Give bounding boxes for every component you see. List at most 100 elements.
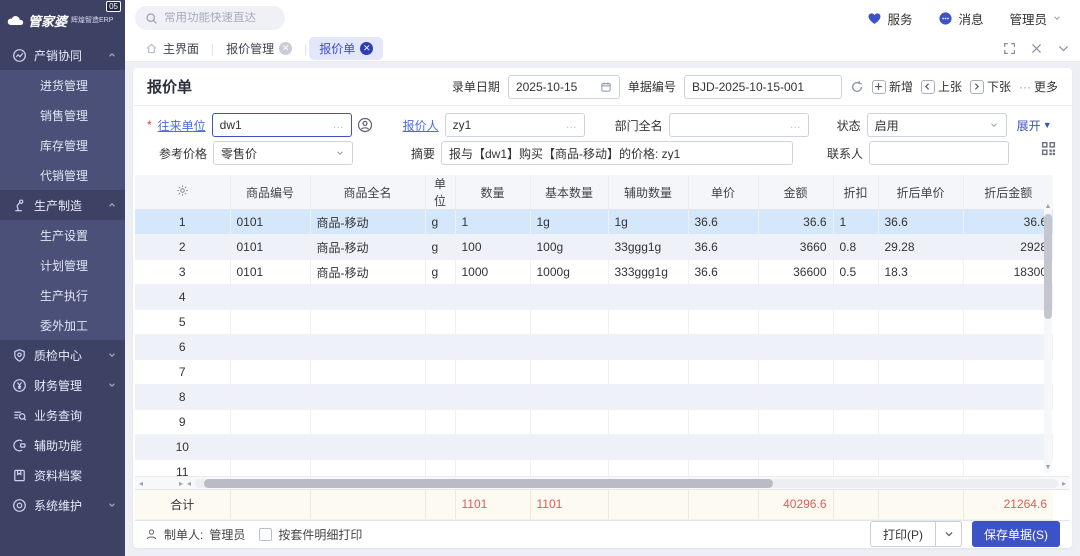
cell-price[interactable] xyxy=(688,410,758,435)
sidebar-item-system-maintenance[interactable]: 系统维护 xyxy=(0,490,125,520)
cell-discount[interactable]: 1 xyxy=(833,210,878,235)
sidebar-item-sales-mgmt[interactable]: 销售管理 xyxy=(0,100,125,130)
vertical-scrollbar[interactable]: ▲ ▼ xyxy=(1044,202,1052,473)
user-menu[interactable]: 管理员 xyxy=(1009,9,1062,28)
cell-base_qty[interactable]: 1g xyxy=(530,210,608,235)
sidebar-item-purchase-mgmt[interactable]: 进货管理 xyxy=(0,70,125,100)
cell-price[interactable] xyxy=(688,360,758,385)
kit-detail-checkbox[interactable] xyxy=(259,528,272,541)
close-icon[interactable]: ✕ xyxy=(360,42,373,55)
cell-discount[interactable]: 0.8 xyxy=(833,235,878,260)
service-menu[interactable]: 服务 xyxy=(867,9,912,28)
cell-amount[interactable] xyxy=(758,385,833,410)
table-row[interactable]: 4 xyxy=(135,285,1053,310)
table-row[interactable]: 9 xyxy=(135,410,1053,435)
cell-disc_amount[interactable] xyxy=(963,335,1053,360)
cell-base_qty[interactable]: 1000g xyxy=(530,260,608,285)
table-row[interactable]: 10 xyxy=(135,435,1053,460)
cell-discount[interactable] xyxy=(833,310,878,335)
cell-amount[interactable]: 3660 xyxy=(758,235,833,260)
cell-amount[interactable] xyxy=(758,410,833,435)
cell-amount[interactable] xyxy=(758,335,833,360)
cell-base_qty[interactable] xyxy=(530,385,608,410)
cell-aux_qty[interactable] xyxy=(608,360,688,385)
next-doc-button[interactable]: 下张 xyxy=(970,78,1011,95)
doc-no-input[interactable] xyxy=(692,80,834,94)
cell-disc_price[interactable]: 36.6 xyxy=(878,210,963,235)
cell-name[interactable] xyxy=(310,360,425,385)
cell-price[interactable] xyxy=(688,285,758,310)
cell-unit[interactable] xyxy=(425,460,455,477)
cell-unit[interactable] xyxy=(425,360,455,385)
cell-disc_price[interactable] xyxy=(878,310,963,335)
more-button[interactable]: ··· 更多 xyxy=(1019,78,1058,95)
cell-qty[interactable] xyxy=(455,360,530,385)
contact-input[interactable] xyxy=(877,146,1001,160)
cell-qty[interactable]: 1000 xyxy=(455,260,530,285)
cell-price[interactable] xyxy=(688,385,758,410)
cell-price[interactable]: 36.6 xyxy=(688,210,758,235)
cell-discount[interactable] xyxy=(833,435,878,460)
table-row[interactable]: 6 xyxy=(135,335,1053,360)
quoter-field[interactable]: … xyxy=(445,113,585,137)
cell-disc_amount[interactable] xyxy=(963,460,1053,477)
cell-disc_amount[interactable] xyxy=(963,285,1053,310)
ref-price-value[interactable] xyxy=(221,146,331,160)
cell-aux_qty[interactable] xyxy=(608,460,688,477)
print-dropdown-button[interactable] xyxy=(936,521,962,547)
cell-disc_amount[interactable]: 36.6 xyxy=(963,210,1053,235)
row-number[interactable]: 8 xyxy=(135,385,230,410)
cell-amount[interactable] xyxy=(758,310,833,335)
messages-menu[interactable]: 消息 xyxy=(938,9,983,28)
row-number[interactable]: 7 xyxy=(135,360,230,385)
row-number[interactable]: 11 xyxy=(135,460,230,477)
sidebar-item-outsourcing[interactable]: 委外加工 xyxy=(0,310,125,340)
refresh-icon[interactable] xyxy=(850,80,864,94)
cell-unit[interactable] xyxy=(425,385,455,410)
scroll-right-arrow[interactable]: ▸ xyxy=(1062,479,1066,488)
cell-amount[interactable]: 36.6 xyxy=(758,210,833,235)
close-icon[interactable]: ✕ xyxy=(279,42,292,55)
fullscreen-icon[interactable] xyxy=(1003,42,1016,55)
quick-search[interactable] xyxy=(135,6,285,30)
sidebar-item-production-mfg[interactable]: 生产制造 xyxy=(0,190,125,220)
cell-base_qty[interactable] xyxy=(530,335,608,360)
save-button[interactable]: 保存单据(S) xyxy=(972,521,1060,547)
cell-qty[interactable] xyxy=(455,335,530,360)
cell-disc_price[interactable] xyxy=(878,385,963,410)
cell-disc_price[interactable] xyxy=(878,285,963,310)
cell-qty[interactable] xyxy=(455,385,530,410)
cell-code[interactable] xyxy=(230,285,310,310)
column-header[interactable]: 商品全名 xyxy=(310,175,425,210)
cell-aux_qty[interactable]: 33ggg1g xyxy=(608,235,688,260)
cell-name[interactable] xyxy=(310,310,425,335)
column-header[interactable]: 单位 xyxy=(425,175,455,210)
cell-disc_amount[interactable] xyxy=(963,435,1053,460)
cell-disc_price[interactable] xyxy=(878,410,963,435)
cell-amount[interactable] xyxy=(758,285,833,310)
ellipsis-picker-icon[interactable]: … xyxy=(790,119,801,131)
cell-unit[interactable] xyxy=(425,335,455,360)
cell-discount[interactable] xyxy=(833,460,878,477)
cell-base_qty[interactable] xyxy=(530,410,608,435)
sidebar-item-plan-mgmt[interactable]: 计划管理 xyxy=(0,250,125,280)
doc-no-field[interactable] xyxy=(684,75,842,99)
cell-disc_price[interactable] xyxy=(878,360,963,385)
collapse-icon[interactable] xyxy=(1057,42,1070,55)
column-header[interactable]: 数量 xyxy=(455,175,530,210)
record-date-input[interactable] xyxy=(516,80,596,94)
cell-qty[interactable]: 1 xyxy=(455,210,530,235)
cell-base_qty[interactable] xyxy=(530,310,608,335)
grid-settings-header[interactable] xyxy=(135,175,230,210)
column-header[interactable]: 单价 xyxy=(688,175,758,210)
cell-qty[interactable] xyxy=(455,310,530,335)
scroll-up-arrow[interactable]: ▲ xyxy=(1044,203,1052,211)
sidebar-item-finance-mgmt[interactable]: 财务管理 xyxy=(0,370,125,400)
sidebar-item-data-archives[interactable]: 资料档案 xyxy=(0,460,125,490)
contact-field[interactable] xyxy=(869,141,1009,165)
cell-unit[interactable]: g xyxy=(425,210,455,235)
cell-aux_qty[interactable] xyxy=(608,335,688,360)
cell-price[interactable] xyxy=(688,435,758,460)
cell-aux_qty[interactable]: 1g xyxy=(608,210,688,235)
tab-quote-mgmt[interactable]: 报价管理 ✕ xyxy=(216,37,302,60)
